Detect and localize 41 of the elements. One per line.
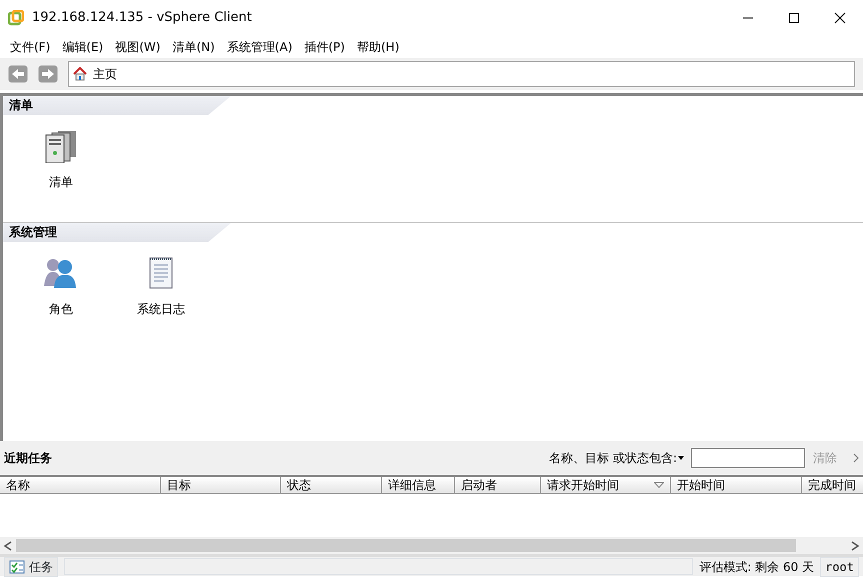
column-header[interactable]: 详细信息 — [382, 477, 455, 493]
column-header[interactable]: 名称 — [0, 477, 161, 493]
scrollbar-thumb[interactable] — [16, 539, 796, 552]
menu-item[interactable]: 系统管理(A) — [220, 38, 298, 56]
address-bar[interactable]: 主页 — [68, 61, 855, 87]
menu-item[interactable]: 插件(P) — [298, 38, 351, 56]
window-title: 192.168.124.135 - vSphere Client — [32, 9, 253, 28]
column-header[interactable]: 启动者 — [455, 477, 541, 493]
maximize-icon[interactable] — [787, 12, 801, 24]
task-list-icon — [9, 560, 25, 574]
filter-label: 名称、目标 或状态包含: — [549, 450, 677, 467]
column-header[interactable]: 目标 — [161, 477, 281, 493]
column-header[interactable]: 完成时间 — [802, 477, 863, 493]
menu-item[interactable]: 清单(N) — [166, 38, 221, 56]
home-icon — [73, 67, 87, 81]
menu-item[interactable]: 编辑(E) — [56, 38, 110, 56]
filter-field[interactable] — [691, 448, 805, 468]
back-icon[interactable] — [8, 65, 28, 83]
dropdown-icon[interactable] — [677, 455, 685, 461]
item-label[interactable]: 系统日志 — [137, 300, 185, 318]
section-header: 系统管理 — [3, 223, 231, 242]
menu-item[interactable]: 视图(W) — [109, 38, 166, 56]
item-label[interactable]: 角色 — [49, 300, 73, 318]
app-logo-icon — [8, 10, 24, 26]
close-icon[interactable] — [833, 12, 847, 24]
column-header[interactable]: 开始时间 — [671, 477, 802, 493]
menu-item[interactable]: 帮助(H) — [350, 38, 406, 56]
panel-title: 近期任务 — [4, 450, 53, 467]
column-header[interactable]: 状态 — [281, 477, 382, 493]
forward-icon[interactable] — [38, 65, 58, 83]
item-label[interactable]: 清单 — [49, 173, 73, 191]
servers-icon[interactable] — [44, 129, 78, 163]
tasks-button[interactable]: 任务 — [4, 556, 58, 576]
section-header: 清单 — [3, 96, 231, 115]
license-status: 评估模式: 剩余 60 天 — [699, 558, 814, 576]
menu-item[interactable]: 文件(F) — [4, 38, 56, 56]
users-icon[interactable] — [44, 256, 78, 290]
address-text: 主页 — [93, 66, 117, 83]
column-header[interactable]: 请求开始时间 — [541, 477, 671, 493]
user-name: root — [820, 556, 859, 576]
chevron-icon[interactable] — [853, 453, 859, 463]
